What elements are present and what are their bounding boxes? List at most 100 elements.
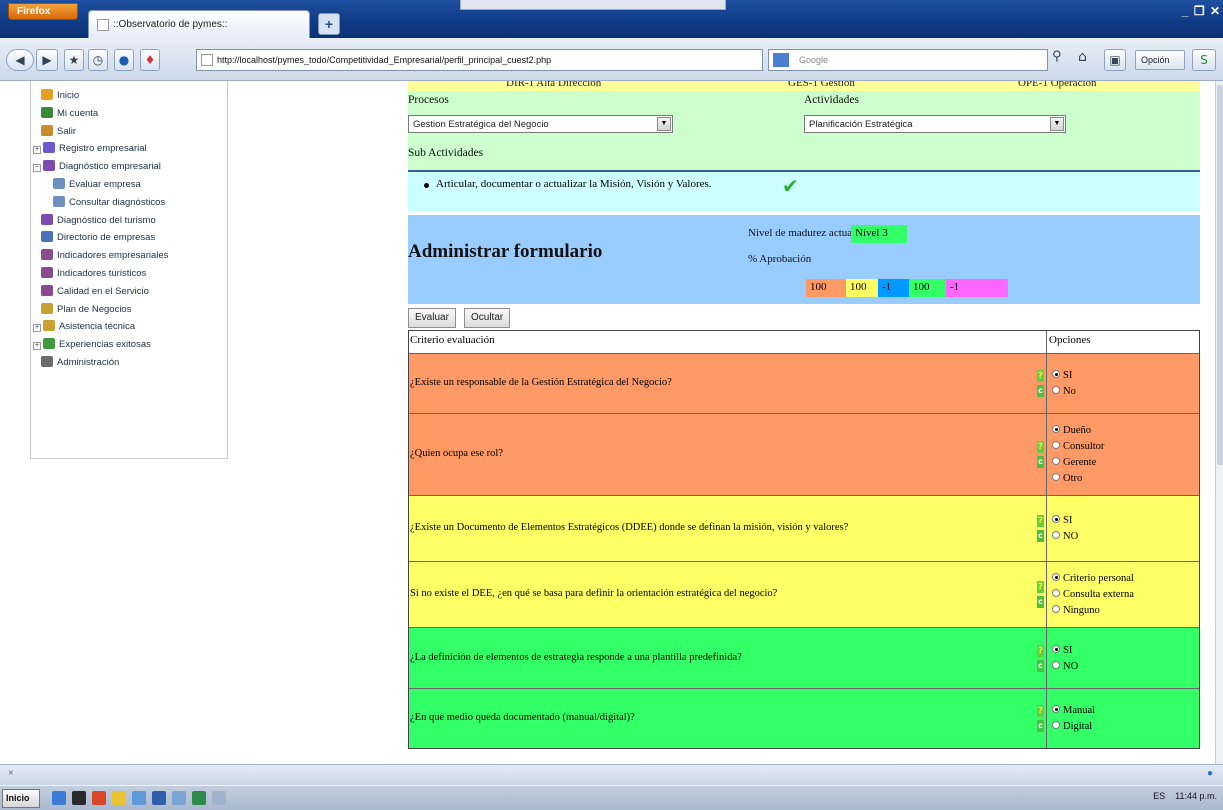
sidebar-item[interactable]: Directorio de empresas xyxy=(41,231,155,245)
help-icon[interactable]: ? xyxy=(1037,441,1044,453)
procesos-select[interactable]: Gestion Estratégica del Negocio ▼ xyxy=(408,115,673,133)
bookmark-icon[interactable]: ★ xyxy=(64,49,84,71)
vertical-scrollbar[interactable] xyxy=(1215,81,1223,764)
ie-icon[interactable] xyxy=(52,791,66,805)
sidebar-item[interactable]: Administración xyxy=(41,356,119,370)
scrollbar-thumb[interactable] xyxy=(1217,85,1223,465)
option-radio[interactable]: SI xyxy=(1052,643,1072,658)
forward-arrow-icon[interactable]: ▶ xyxy=(36,49,58,71)
firefox-menu-button[interactable]: Firefox xyxy=(8,3,78,20)
help-icon[interactable]: ? xyxy=(1037,515,1044,527)
evaluar-button[interactable]: Evaluar xyxy=(408,308,456,328)
sidebar-item[interactable]: + Asistencia técnica xyxy=(33,320,135,334)
radio-icon[interactable] xyxy=(1052,515,1060,523)
search-icon[interactable]: ⚲ xyxy=(1052,49,1072,71)
sidebar-item[interactable]: Mi cuenta xyxy=(41,106,98,121)
home-icon[interactable]: ⌂ xyxy=(1078,49,1100,71)
comment-icon[interactable]: c xyxy=(1037,385,1044,397)
app-icon[interactable] xyxy=(72,791,86,805)
addon-status-icon[interactable]: ● xyxy=(1207,768,1213,779)
radio-icon[interactable] xyxy=(1052,386,1060,394)
option-radio[interactable]: No xyxy=(1052,384,1076,399)
level-dir[interactable]: DIR-1 Alta Dirección xyxy=(506,81,601,89)
option-radio[interactable]: Criterio personal xyxy=(1052,571,1134,586)
radio-icon[interactable] xyxy=(1052,721,1060,729)
search-input[interactable]: Google xyxy=(768,49,1048,71)
help-icon[interactable]: ? xyxy=(1037,705,1044,717)
sidebar-item[interactable]: + Registro empresarial xyxy=(33,142,147,156)
expand-icon[interactable]: + xyxy=(33,342,41,351)
level-ope[interactable]: OPE-1 Operación xyxy=(1018,81,1097,89)
sidebar-item[interactable]: Indicadores empresariales xyxy=(41,249,168,263)
radio-icon[interactable] xyxy=(1052,605,1060,613)
option-radio[interactable]: Consultor xyxy=(1052,439,1104,454)
addon-icon[interactable]: ♦ xyxy=(140,49,160,71)
clock[interactable]: 11:44 p.m. xyxy=(1175,791,1217,801)
option-radio[interactable]: Gerente xyxy=(1052,455,1096,470)
comment-icon[interactable]: c xyxy=(1037,720,1044,732)
option-radio[interactable]: Manual xyxy=(1052,703,1095,718)
chevron-down-icon[interactable]: ▼ xyxy=(1050,117,1064,131)
expand-icon[interactable]: + xyxy=(33,146,41,155)
sidebar-item[interactable]: + Experiencias exitosas xyxy=(33,338,151,352)
option-radio[interactable]: SI xyxy=(1052,513,1072,528)
window-controls[interactable]: _ ❐ ✕ xyxy=(1182,4,1221,18)
option-radio[interactable]: Ninguno xyxy=(1052,603,1100,618)
sidebar-item[interactable]: Diagnóstico del turismo xyxy=(41,213,156,228)
radio-icon[interactable] xyxy=(1052,441,1060,449)
search-engine-icon[interactable] xyxy=(773,53,789,67)
radio-icon[interactable] xyxy=(1052,370,1060,378)
sidebar-item[interactable]: Consultar diagnósticos xyxy=(53,195,165,210)
comment-icon[interactable]: c xyxy=(1037,456,1044,468)
folder-icon[interactable] xyxy=(112,791,126,805)
help-icon[interactable]: ? xyxy=(1037,370,1044,382)
option-radio[interactable]: NO xyxy=(1052,529,1078,544)
level-ges[interactable]: GES-1 Gestión xyxy=(788,81,855,89)
radio-icon[interactable] xyxy=(1052,705,1060,713)
collapse-icon[interactable]: − xyxy=(33,164,41,173)
radio-icon[interactable] xyxy=(1052,457,1060,465)
sidebar-item[interactable]: Evaluar empresa xyxy=(53,178,141,192)
sidebar-item[interactable]: Salir xyxy=(41,124,76,139)
system-tray[interactable]: ES 11:44 p.m. xyxy=(1153,791,1217,801)
option-radio[interactable]: Otro xyxy=(1052,471,1082,486)
radio-icon[interactable] xyxy=(1052,531,1060,539)
help-icon[interactable]: ? xyxy=(1037,644,1044,657)
window-icon[interactable] xyxy=(172,791,186,805)
explorer-icon[interactable] xyxy=(132,791,146,805)
browser-tab[interactable]: ::Observatorio de pymes:: xyxy=(88,10,310,38)
option-radio[interactable]: Consulta externa xyxy=(1052,587,1134,602)
comment-icon[interactable]: c xyxy=(1037,596,1044,608)
options-button[interactable]: Opción xyxy=(1135,50,1185,70)
sidebar-item[interactable]: − Diagnóstico empresarial xyxy=(33,160,161,174)
option-radio[interactable]: SI xyxy=(1052,368,1072,383)
skype-icon[interactable]: S xyxy=(1192,49,1216,71)
help-icon[interactable]: ? xyxy=(1037,581,1044,593)
radio-icon[interactable] xyxy=(1052,660,1060,669)
ocultar-button[interactable]: Ocultar xyxy=(464,308,511,328)
language-indicator[interactable]: ES xyxy=(1153,791,1165,801)
start-button[interactable]: Inicio xyxy=(2,789,40,808)
radio-icon[interactable] xyxy=(1052,425,1060,433)
url-bar[interactable]: http://localhost/pymes_todo/Competitivid… xyxy=(196,49,763,71)
comment-icon[interactable]: c xyxy=(1037,659,1044,672)
radio-icon[interactable] xyxy=(1052,644,1060,653)
comment-icon[interactable]: c xyxy=(1037,530,1044,542)
sidebar-item[interactable]: Inicio xyxy=(41,89,79,103)
chevron-down-icon[interactable]: ▼ xyxy=(657,117,671,131)
firefox-icon[interactable] xyxy=(92,791,106,805)
history-icon[interactable]: ◷ xyxy=(88,49,108,71)
back-arrow-icon[interactable]: ◀ xyxy=(6,49,34,71)
sidebar-item[interactable]: Indicadores turisticos xyxy=(41,267,146,281)
downloads-icon[interactable]: ▣ xyxy=(1104,49,1126,71)
globe-icon[interactable]: ● xyxy=(114,49,134,71)
app2-icon[interactable] xyxy=(212,791,226,805)
subactivity-item[interactable]: Articular, documentar o actualizar la Mi… xyxy=(436,178,712,190)
sidebar-item[interactable]: Calidad en el Servicio xyxy=(41,284,149,299)
option-radio[interactable]: Dueño xyxy=(1052,423,1091,438)
radio-icon[interactable] xyxy=(1052,473,1060,481)
excel-icon[interactable] xyxy=(192,791,206,805)
new-tab-button[interactable]: + xyxy=(318,13,340,35)
option-radio[interactable]: Digital xyxy=(1052,719,1092,734)
actividades-select[interactable]: Planificación Estratégica ▼ xyxy=(804,115,1066,133)
